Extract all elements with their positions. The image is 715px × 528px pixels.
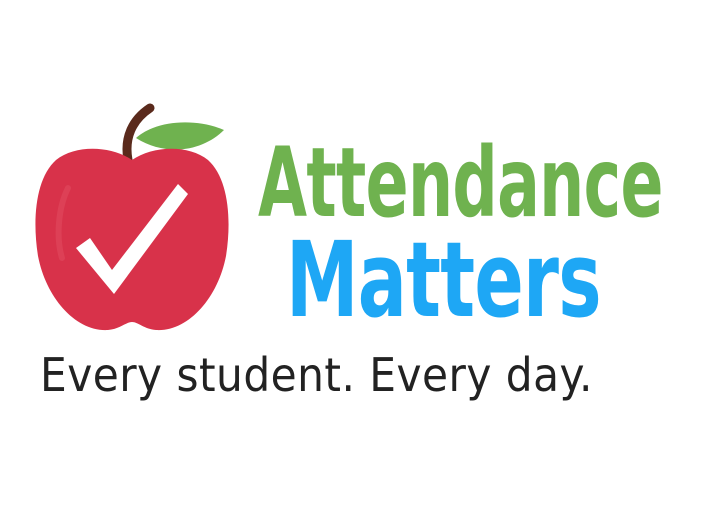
apple-body	[35, 148, 229, 331]
title-matters: Matters	[286, 219, 602, 341]
attendance-matters-logo: Attendance Matters Every student. Every …	[0, 0, 715, 528]
apple-icon	[35, 103, 229, 331]
title-attendance: Attendance	[258, 127, 663, 239]
tagline: Every student. Every day.	[40, 348, 593, 402]
leaf-icon	[136, 122, 224, 150]
